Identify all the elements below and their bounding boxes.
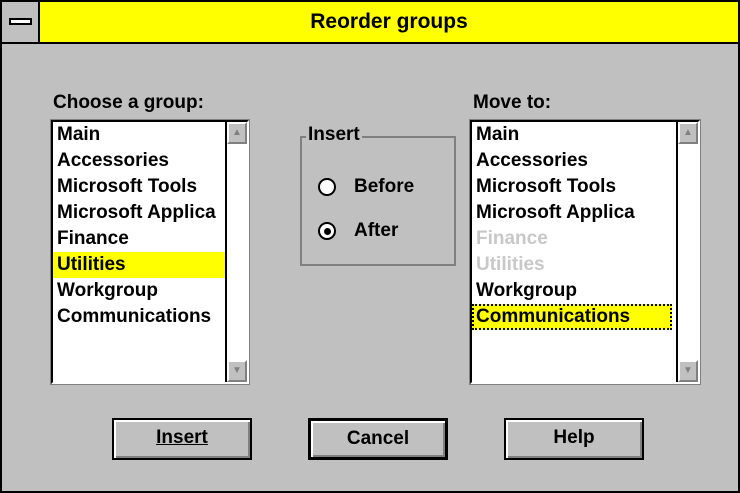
list-item[interactable]: Microsoft Tools (53, 174, 225, 200)
choose-group-label: Choose a group: (53, 92, 204, 113)
choose-group-listbox[interactable]: Main Accessories Microsoft Tools Microso… (50, 119, 250, 385)
dialog-title: Reorder groups (310, 10, 468, 33)
title-bar: Reorder groups (2, 2, 738, 44)
list-item[interactable]: Microsoft Applica (472, 200, 676, 226)
list-item[interactable]: Accessories (53, 148, 225, 174)
radio-checked-icon (318, 222, 336, 240)
system-menu-button[interactable] (2, 2, 40, 42)
vertical-scrollbar[interactable]: ▲ ▼ (225, 122, 247, 382)
help-button[interactable]: Help (504, 418, 644, 460)
list-item-focused[interactable]: Communications (472, 304, 672, 330)
move-to-label: Move to: (473, 92, 552, 113)
list-item[interactable]: Workgroup (472, 278, 676, 304)
list-item[interactable]: Microsoft Tools (472, 174, 676, 200)
scroll-up-arrow-icon[interactable]: ▲ (678, 122, 698, 144)
move-to-listbox[interactable]: Main Accessories Microsoft Tools Microso… (469, 119, 701, 385)
list-item[interactable]: Communications (53, 304, 225, 330)
after-radio-label: After (354, 220, 399, 241)
scroll-up-arrow-icon[interactable]: ▲ (227, 122, 247, 144)
cancel-button[interactable]: Cancel (308, 418, 448, 460)
insert-button[interactable]: Insert (112, 418, 252, 460)
list-item[interactable]: Main (53, 122, 225, 148)
reorder-groups-dialog: Reorder groups Choose a group: Main Acce… (0, 0, 740, 493)
list-item-disabled: Finance (476, 228, 548, 249)
radio-unchecked-icon (318, 178, 336, 196)
insert-groupbox: Insert Before After (300, 124, 456, 266)
insert-group-legend: Insert (306, 124, 362, 146)
list-item[interactable]: Workgroup (53, 278, 225, 304)
list-item-selected[interactable]: Utilities (53, 252, 225, 278)
scroll-down-arrow-icon[interactable]: ▼ (678, 360, 698, 382)
list-item[interactable]: Accessories (472, 148, 676, 174)
list-item-disabled: Utilities (476, 254, 545, 275)
scroll-down-arrow-icon[interactable]: ▼ (227, 360, 247, 382)
insert-button-label: Insert (156, 427, 208, 448)
list-item[interactable]: Microsoft Applica (53, 200, 225, 226)
list-item[interactable]: Main (472, 122, 676, 148)
before-radio-label: Before (354, 176, 415, 197)
vertical-scrollbar[interactable]: ▲ ▼ (676, 122, 698, 382)
system-menu-icon (9, 18, 32, 25)
list-item[interactable]: Finance (53, 226, 225, 252)
